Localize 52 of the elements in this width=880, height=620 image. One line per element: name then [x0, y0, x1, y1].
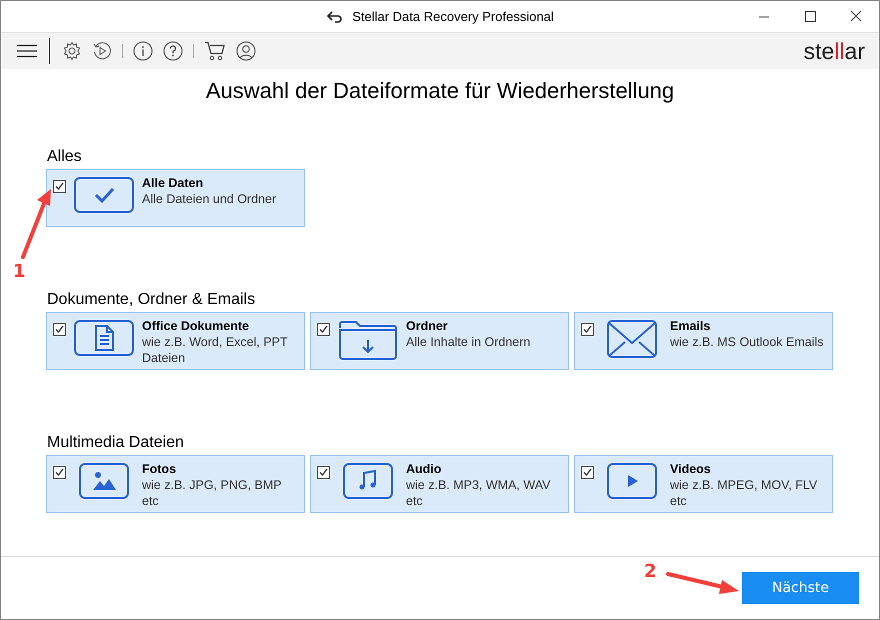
- file-type-description: Alle Inhalte in Ordnern: [406, 334, 530, 350]
- replay-icon[interactable]: [92, 41, 112, 61]
- file-type-description: wie z.B. Word, Excel, PPT Dateien: [142, 334, 288, 366]
- info-icon[interactable]: [133, 41, 153, 61]
- file-type-name: Audio: [406, 461, 442, 477]
- document-icon: [74, 320, 134, 356]
- envelope-icon: [607, 320, 657, 358]
- file-type-card[interactable]: Alle Daten Alle Dateien und Ordner: [46, 169, 305, 227]
- annotation-arrow: [21, 189, 51, 259]
- image-icon: [79, 463, 129, 499]
- file-type-card[interactable]: Office Dokumente wie z.B. Word, Excel, PPT Dateien: [46, 312, 305, 370]
- settings-icon[interactable]: [62, 41, 82, 61]
- file-type-name: Alle Daten: [142, 175, 204, 191]
- checkbox[interactable]: [53, 323, 66, 336]
- checkbox[interactable]: [581, 323, 594, 336]
- file-type-name: Emails: [670, 318, 712, 334]
- folder-icon: [338, 320, 398, 360]
- checkmark-icon: [74, 177, 134, 213]
- file-type-description: wie z.B. MPEG, MOV, FLV etc: [670, 477, 818, 509]
- window-title: Stellar Data Recovery Professional: [352, 9, 554, 24]
- file-type-description: Alle Dateien und Ordner: [142, 191, 276, 207]
- file-type-name: Fotos: [142, 461, 178, 477]
- file-type-card[interactable]: Ordner Alle Inhalte in Ordnern: [310, 312, 569, 370]
- file-type-card[interactable]: Fotos wie z.B. JPG, PNG, BMP etc: [46, 455, 305, 513]
- checkbox[interactable]: [53, 466, 66, 479]
- annotation-number: 2: [644, 561, 657, 582]
- file-type-name: Videos: [670, 461, 712, 477]
- file-type-description: wie z.B. JPG, PNG, BMP etc: [142, 477, 282, 509]
- cart-icon[interactable]: [204, 41, 226, 61]
- menu-icon[interactable]: [17, 44, 37, 58]
- account-icon[interactable]: [236, 41, 256, 61]
- brand-logo: stellar: [804, 38, 865, 64]
- help-icon[interactable]: [163, 41, 183, 61]
- checkbox[interactable]: [317, 466, 330, 479]
- file-type-description: wie z.B. MP3, WMA, WAV etc: [406, 477, 552, 509]
- file-type-card[interactable]: Emails wie z.B. MS Outlook Emails: [574, 312, 833, 370]
- section-title: Alles: [47, 148, 82, 166]
- file-type-name: Office Dokumente: [142, 318, 250, 334]
- checkbox[interactable]: [317, 323, 330, 336]
- section-title: Dokumente, Ordner & Emails: [47, 291, 256, 309]
- music-note-icon: [343, 463, 393, 499]
- file-type-card[interactable]: Audio wie z.B. MP3, WMA, WAV etc: [310, 455, 569, 513]
- checkbox[interactable]: [581, 466, 594, 479]
- annotation-number: 1: [13, 261, 26, 282]
- file-type-name: Ordner: [406, 318, 449, 334]
- page-heading: Auswahl der Dateiformate für Wiederherstellung: [204, 78, 676, 104]
- file-type-description: wie z.B. MS Outlook Emails: [670, 334, 824, 350]
- checkbox[interactable]: [53, 180, 66, 193]
- play-icon: [607, 463, 657, 499]
- app-logo-icon: [326, 10, 344, 22]
- file-type-card[interactable]: Videos wie z.B. MPEG, MOV, FLV etc: [574, 455, 833, 513]
- section-title: Multimedia Dateien: [47, 434, 184, 452]
